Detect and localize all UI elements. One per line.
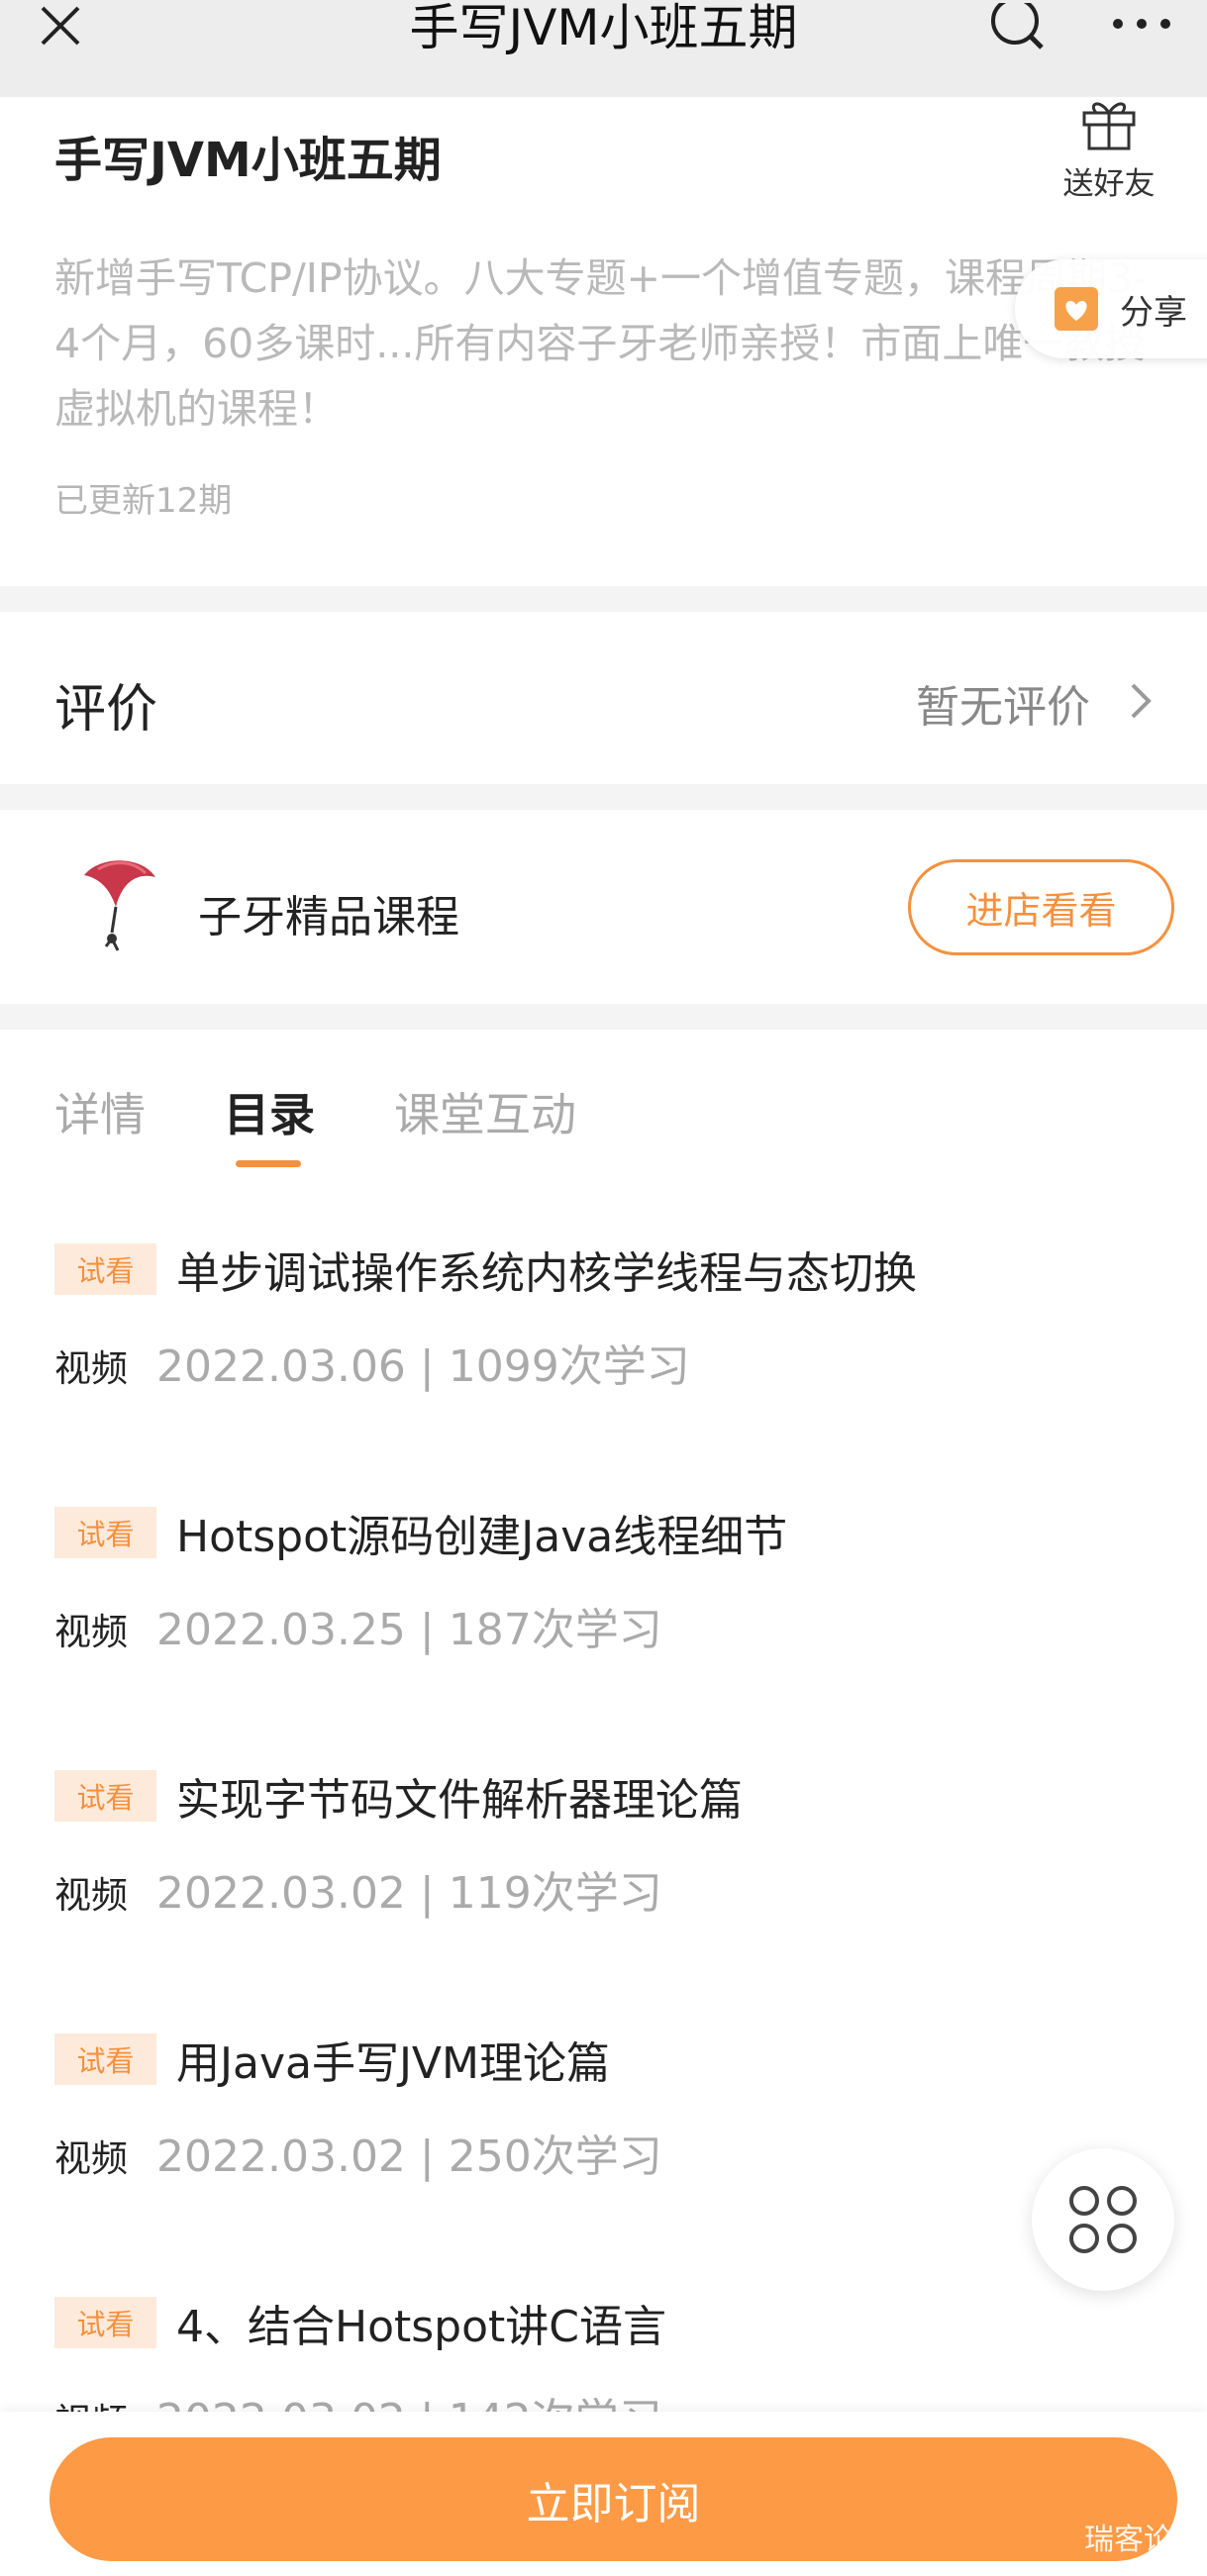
gift-label: 送好友 [1062, 166, 1156, 202]
trial-badge: 试看 [54, 1507, 156, 1558]
lesson-type: 视频 [54, 1874, 128, 1917]
catalog-item[interactable]: 试看 Hotspot源码创建Java线程细节 视频 2022.03.25 | 1… [0, 1507, 1207, 1770]
lesson-type: 视频 [54, 2137, 128, 2180]
catalog-item[interactable]: 试看 实现字节码文件解析器理论篇 视频 2022.03.02 | 119次学习 [0, 1770, 1207, 2033]
trial-badge: 试看 [54, 1243, 156, 1295]
share-icon [1055, 287, 1098, 331]
course-description: 新增手写TCP/IP协议。八大专题+一个增值专题，课程周期3-4个月，60多课时… [54, 254, 1148, 433]
review-label: 评价 [54, 680, 158, 740]
lesson-meta: 2022.03.06 | 1099次学习 [156, 1341, 690, 1392]
lesson-title: 单步调试操作系统内核学线程与态切换 [176, 1248, 917, 1299]
lesson-type: 视频 [54, 1611, 128, 1653]
chevron-right-icon [1129, 681, 1153, 725]
course-title: 手写JVM小班五期 [54, 133, 442, 188]
share-button[interactable]: 分享 [1015, 259, 1207, 358]
shop-name: 子牙精品课程 [198, 892, 459, 942]
lesson-title: 用Java手写JVM理论篇 [176, 2038, 610, 2089]
lesson-type: 视频 [54, 1347, 128, 1390]
visit-shop-button[interactable]: 进店看看 [908, 859, 1174, 955]
app-root: 手写JVM小班五期 手写JVM小班五期 送好友 新增手写TCP/IP协议。八大专… [0, 0, 1207, 2576]
more-icon[interactable] [1107, 0, 1176, 55]
bottom-bar: 立即订阅 [0, 2412, 1207, 2576]
trial-badge: 试看 [54, 2297, 156, 2348]
lesson-meta: 2022.03.02 | 250次学习 [156, 2131, 662, 2182]
floating-menu-button[interactable] [1032, 2148, 1174, 2291]
tab-interaction[interactable]: 课堂互动 [394, 1079, 576, 1144]
review-status: 暂无评价 [916, 682, 1090, 733]
lesson-title: 4、结合Hotspot讲C语言 [176, 2302, 666, 2352]
lesson-meta: 2022.03.25 | 187次学习 [156, 1605, 662, 1655]
tab-details[interactable]: 详情 [54, 1079, 146, 1144]
share-label: 分享 [1120, 292, 1187, 333]
trial-badge: 试看 [54, 2033, 156, 2085]
lesson-title: 实现字节码文件解析器理论篇 [176, 1775, 743, 1826]
trial-badge: 试看 [54, 1770, 156, 1822]
tab-catalog[interactable]: 目录 [224, 1079, 315, 1144]
lesson-meta: 2022.03.02 | 119次学习 [156, 1868, 662, 1919]
grid-icon [1069, 2186, 1137, 2253]
catalog-item[interactable]: 试看 单步调试操作系统内核学线程与态切换 视频 2022.03.06 | 109… [0, 1243, 1207, 1507]
catalog-item[interactable]: 试看 用Java手写JVM理论篇 视频 2022.03.02 | 250次学习 [0, 2033, 1207, 2297]
gift-friend-button[interactable]: 送好友 [1057, 95, 1160, 203]
active-tab-indicator [236, 1160, 301, 1167]
update-count: 已更新12期 [54, 481, 233, 521]
top-nav-bar: 手写JVM小班五期 [0, 0, 1207, 97]
shop-avatar [54, 847, 169, 962]
search-icon[interactable] [982, 0, 1052, 55]
gift-icon [1082, 102, 1136, 150]
lesson-title: Hotspot源码创建Java线程细节 [176, 1512, 788, 1562]
subscribe-button[interactable]: 立即订阅 [50, 2437, 1177, 2561]
watermark-text: 瑞客论 [1084, 2523, 1173, 2557]
